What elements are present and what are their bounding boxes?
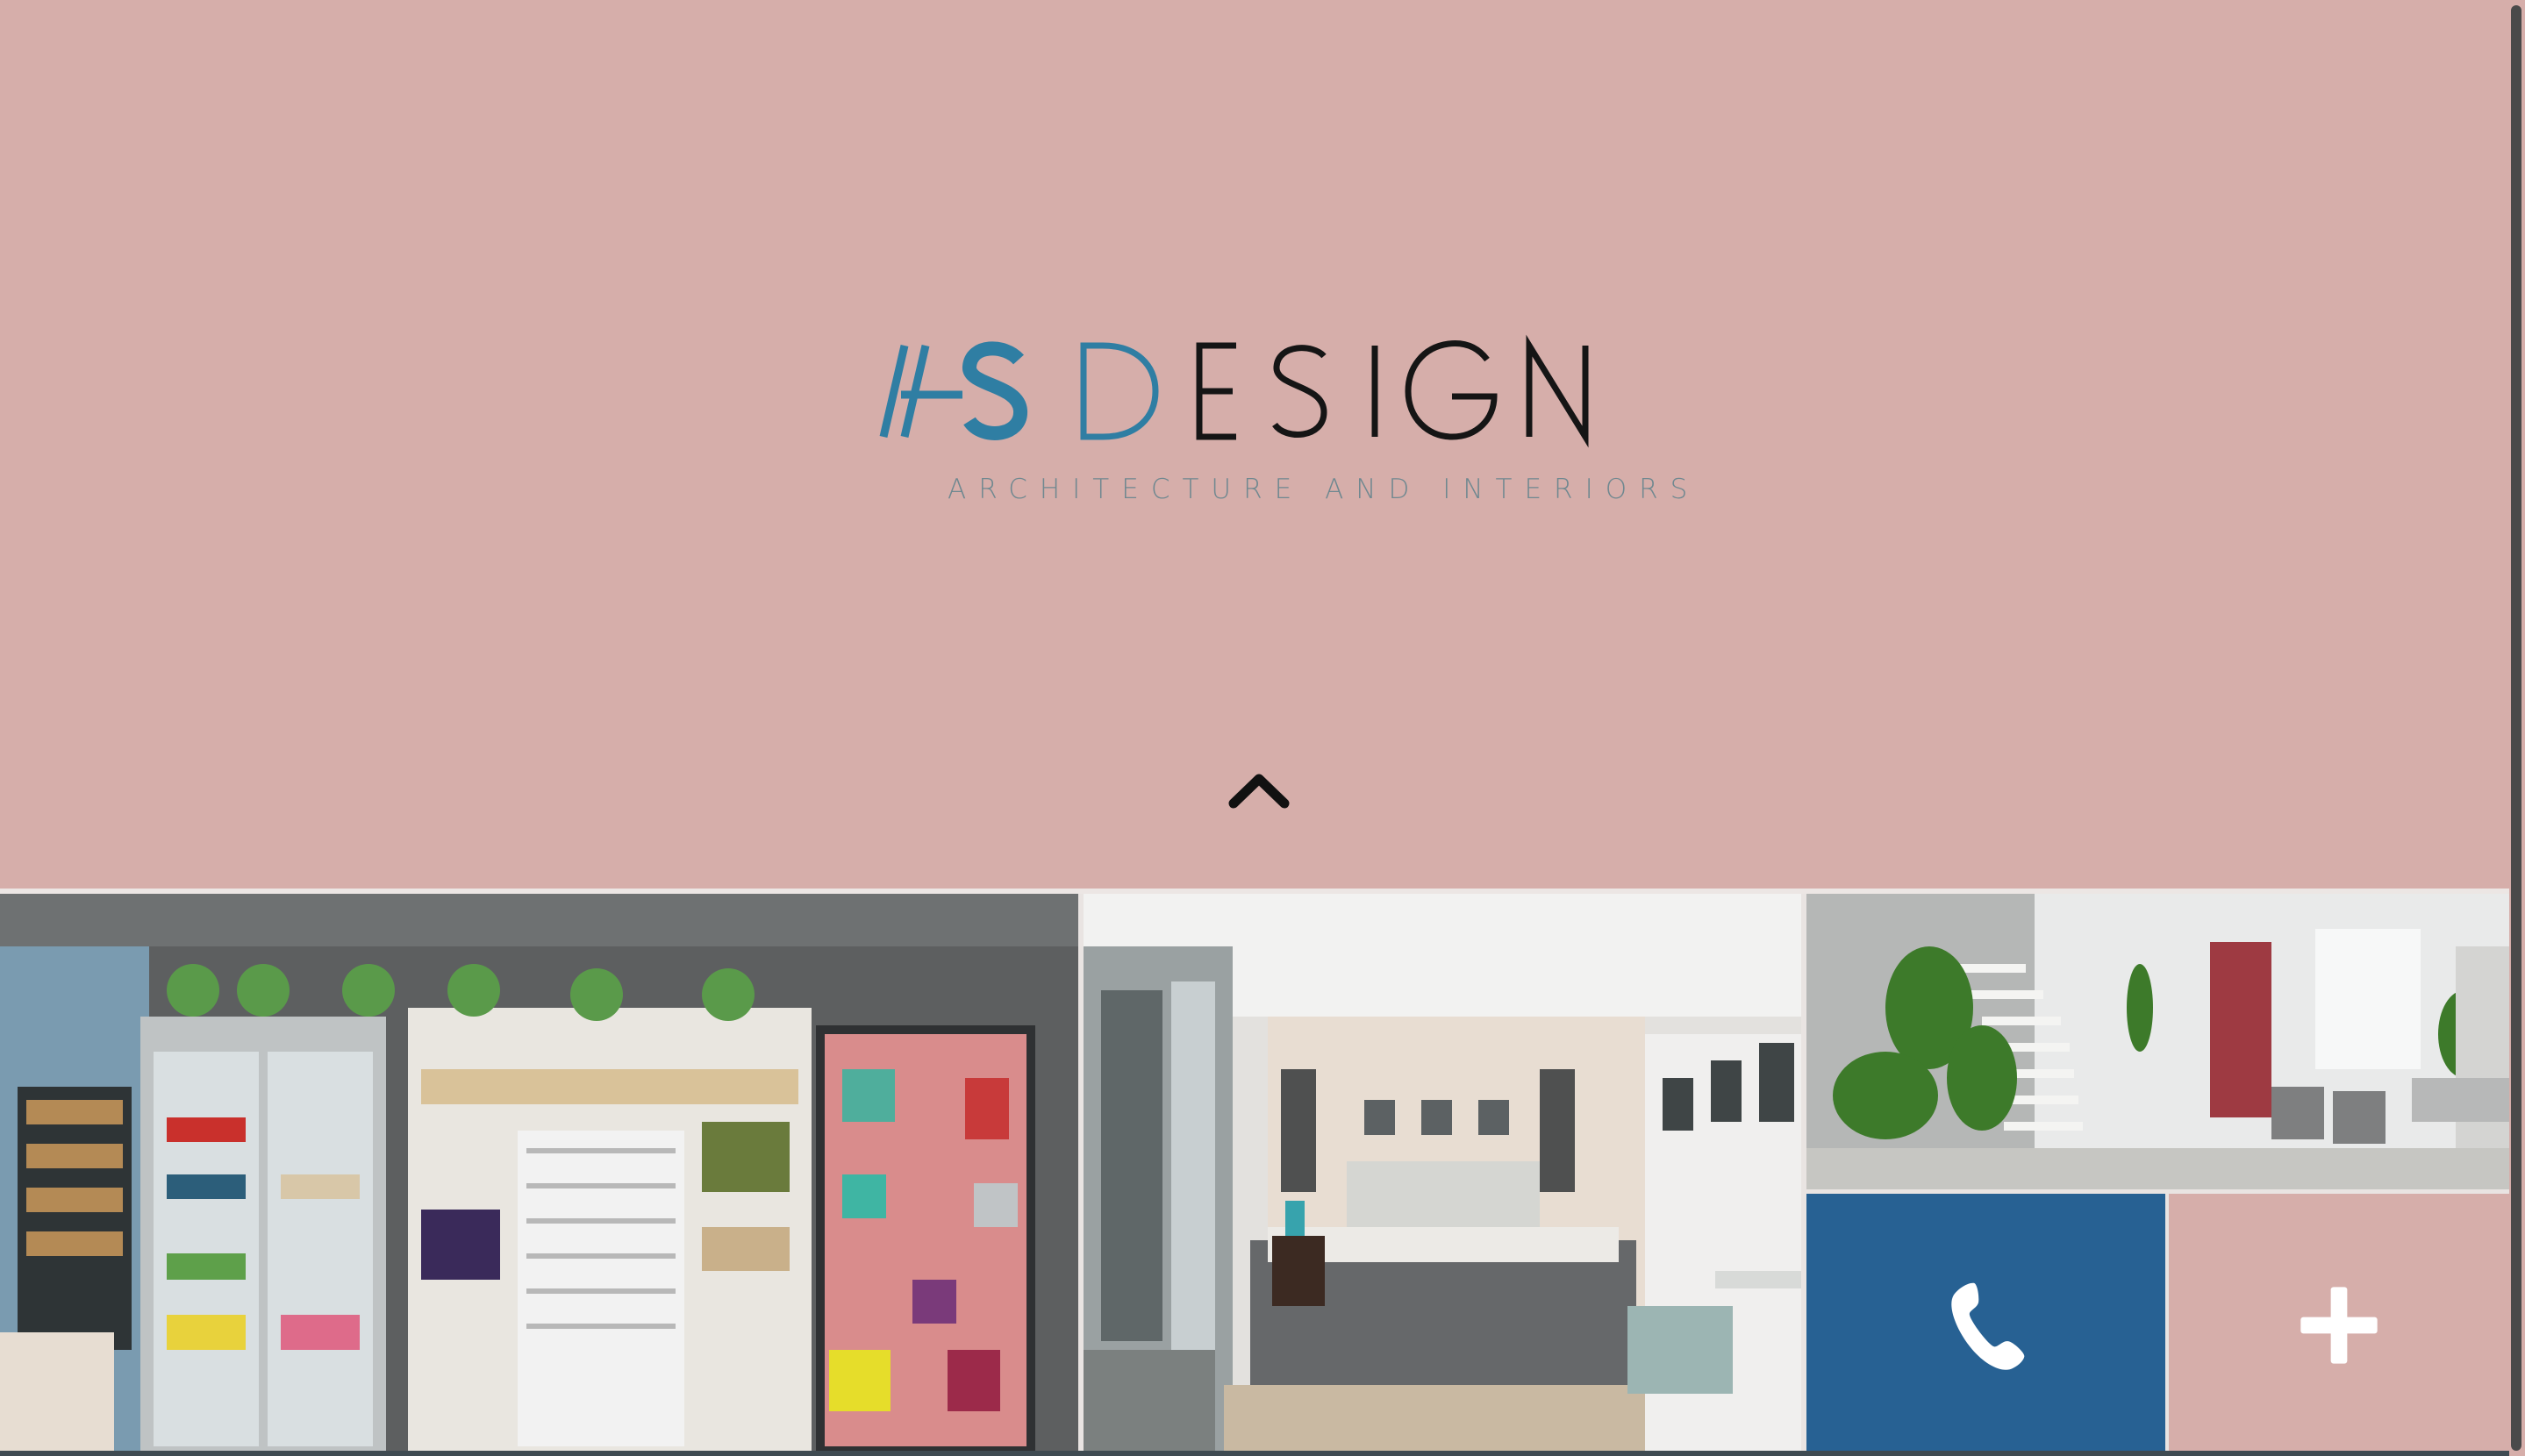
tagline: ARCHITECTURE AND INTERIORS <box>948 474 1700 505</box>
chevron-up-icon[interactable] <box>1228 768 1290 809</box>
plus-icon <box>2293 1280 2385 1371</box>
gallery-gap <box>1078 894 1084 1456</box>
gallery-gap <box>1801 894 1806 1456</box>
page: ARCHITECTURE AND INTERIORS <box>0 0 2525 1456</box>
phone-icon <box>1941 1280 2032 1371</box>
gallery-gap <box>2165 1194 2169 1456</box>
hero-section: ARCHITECTURE AND INTERIORS <box>0 0 2509 889</box>
call-button[interactable] <box>1806 1194 2165 1456</box>
gallery-gap <box>1806 1189 2509 1194</box>
staircase-living-room-image[interactable] <box>1806 894 2509 1189</box>
scrollbar-thumb[interactable] <box>2511 5 2521 1451</box>
bedroom-image[interactable] <box>1084 894 1801 1456</box>
bottom-edge <box>0 1451 2509 1456</box>
more-button[interactable] <box>2169 1194 2509 1456</box>
pantry-shelving-image[interactable] <box>0 894 1078 1456</box>
